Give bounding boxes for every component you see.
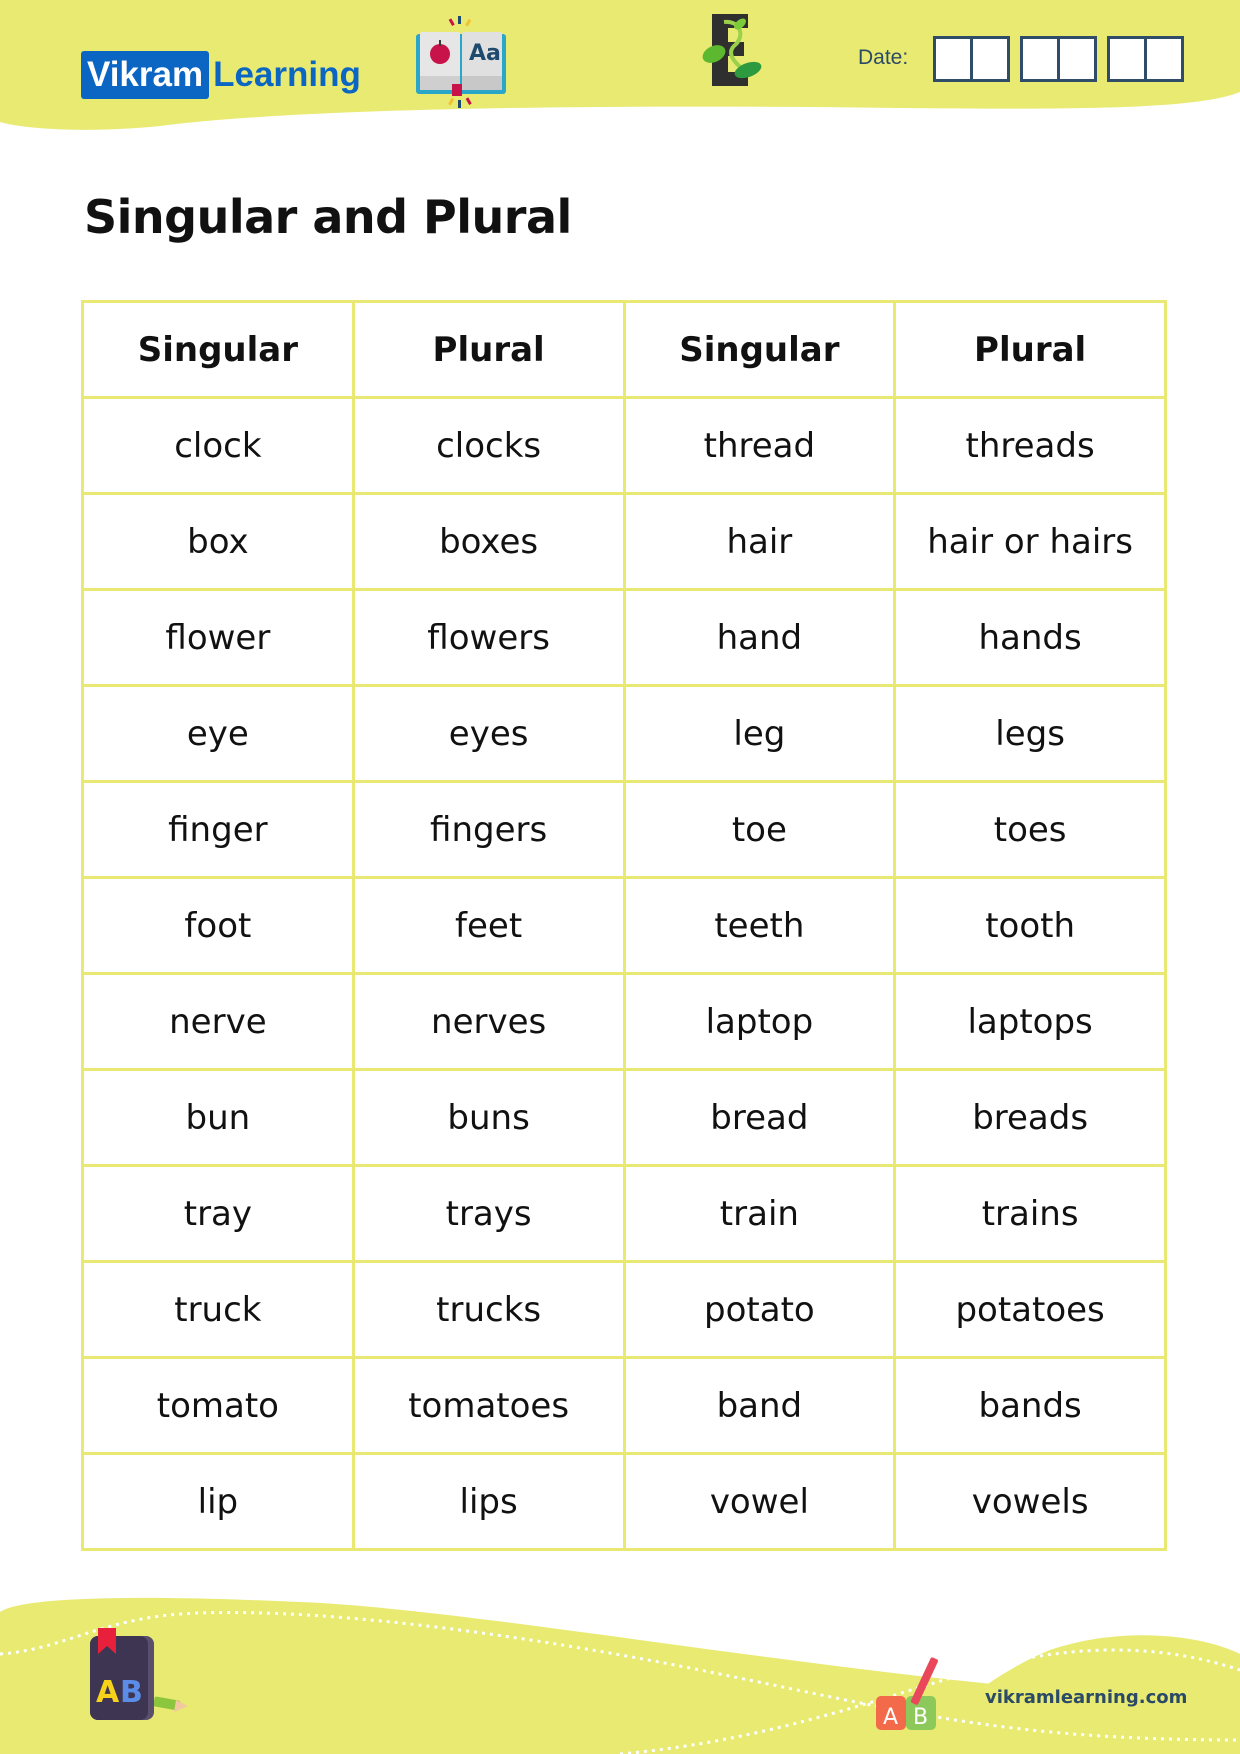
cell-plural-1: boxes — [351, 492, 626, 591]
cell-singular-1: tomato — [81, 1356, 355, 1455]
table-row: tomato tomatoes band bands — [81, 1356, 1167, 1455]
cell-singular-2: toe — [622, 780, 897, 879]
date-day-boxes — [933, 36, 1010, 82]
cell-plural-2: hair or hairs — [893, 492, 1167, 591]
svg-text:A: A — [883, 1705, 898, 1730]
cell-singular-1: flower — [81, 588, 355, 687]
cell-singular-2: bread — [622, 1068, 897, 1167]
cell-singular-2: hair — [622, 492, 897, 591]
table-row: tray trays train trains — [81, 1164, 1167, 1263]
cell-plural-1: fingers — [351, 780, 626, 879]
cell-singular-1: eye — [81, 684, 355, 783]
cell-plural-1: nerves — [351, 972, 626, 1071]
open-book-apple-icon: Aa — [416, 16, 506, 108]
date-year-digit-2[interactable] — [1144, 39, 1181, 79]
table-body: clock clocks thread threads box boxes hair hair… — [81, 396, 1167, 1551]
leafy-letter-e-icon — [702, 14, 762, 86]
vikram-learning-logo: Vikram Learning — [81, 51, 361, 99]
table-row: flower flowers hand hands — [81, 588, 1167, 687]
date-month-boxes — [1020, 36, 1097, 82]
date-input-boxes — [933, 36, 1184, 82]
cell-singular-2: leg — [622, 684, 897, 783]
cell-singular-1: foot — [81, 876, 355, 975]
date-month-digit-2[interactable] — [1057, 39, 1094, 79]
cell-plural-2: trains — [893, 1164, 1167, 1263]
cell-plural-2: hands — [893, 588, 1167, 687]
cell-singular-2: train — [622, 1164, 897, 1263]
cell-singular-1: finger — [81, 780, 355, 879]
cell-plural-2: vowels — [893, 1452, 1167, 1551]
logo-learning: Learning — [213, 55, 361, 94]
table-row: eye eyes leg legs — [81, 684, 1167, 783]
cell-plural-2: tooth — [893, 876, 1167, 975]
table-row: foot feet teeth tooth — [81, 876, 1167, 975]
table-row: box boxes hair hair or hairs — [81, 492, 1167, 591]
svg-text:Aa: Aa — [469, 41, 501, 66]
cell-singular-1: box — [81, 492, 355, 591]
cell-singular-2: vowel — [622, 1452, 897, 1551]
header-plural-1: Plural — [351, 300, 626, 399]
date-month-digit-1[interactable] — [1023, 39, 1057, 79]
cell-plural-1: feet — [351, 876, 626, 975]
cell-plural-1: clocks — [351, 396, 626, 495]
date-year-boxes — [1107, 36, 1184, 82]
ab-book-pencil-icon: A B — [90, 1628, 188, 1720]
ab-blocks-pencil-icon: A B — [876, 1657, 938, 1730]
date-year-digit-1[interactable] — [1110, 39, 1144, 79]
header-singular-2: Singular — [622, 300, 897, 399]
table-row: lip lips vowel vowels — [81, 1452, 1167, 1551]
svg-text:B: B — [120, 1675, 143, 1710]
cell-plural-2: breads — [893, 1068, 1167, 1167]
cell-singular-1: tray — [81, 1164, 355, 1263]
cell-plural-1: trucks — [351, 1260, 626, 1359]
svg-text:B: B — [913, 1705, 928, 1730]
header-plural-2: Plural — [893, 300, 1167, 399]
cell-plural-1: flowers — [351, 588, 626, 687]
table-row: bun buns bread breads — [81, 1068, 1167, 1167]
cell-plural-1: trays — [351, 1164, 626, 1263]
cell-singular-2: hand — [622, 588, 897, 687]
table-row: clock clocks thread threads — [81, 396, 1167, 495]
table-row: nerve nerves laptop laptops — [81, 972, 1167, 1071]
cell-singular-2: laptop — [622, 972, 897, 1071]
cell-singular-1: truck — [81, 1260, 355, 1359]
logo-vikram: Vikram — [81, 51, 210, 99]
table-row: truck trucks potato potatoes — [81, 1260, 1167, 1359]
cell-plural-2: potatoes — [893, 1260, 1167, 1359]
cell-singular-2: band — [622, 1356, 897, 1455]
cell-plural-2: legs — [893, 684, 1167, 783]
cell-singular-2: teeth — [622, 876, 897, 975]
table-header-row: Singular Plural Singular Plural — [81, 300, 1167, 399]
page-title: Singular and Plural — [84, 190, 572, 244]
cell-plural-1: tomatoes — [351, 1356, 626, 1455]
svg-text:A: A — [96, 1675, 120, 1710]
table-row: finger fingers toe toes — [81, 780, 1167, 879]
cell-plural-2: threads — [893, 396, 1167, 495]
cell-singular-2: potato — [622, 1260, 897, 1359]
cell-singular-1: bun — [81, 1068, 355, 1167]
date-day-digit-2[interactable] — [970, 39, 1007, 79]
cell-plural-1: lips — [351, 1452, 626, 1551]
cell-plural-2: bands — [893, 1356, 1167, 1455]
cell-plural-2: laptops — [893, 972, 1167, 1071]
singular-plural-table: Singular Plural Singular Plural clock clo… — [81, 300, 1167, 1551]
cell-plural-2: toes — [893, 780, 1167, 879]
cell-singular-1: clock — [81, 396, 355, 495]
date-label: Date: — [858, 46, 909, 69]
website-link[interactable]: vikramlearning.com — [985, 1687, 1187, 1708]
cell-plural-1: eyes — [351, 684, 626, 783]
cell-singular-1: nerve — [81, 972, 355, 1071]
cell-singular-2: thread — [622, 396, 897, 495]
header-singular-1: Singular — [81, 300, 355, 399]
date-day-digit-1[interactable] — [936, 39, 970, 79]
cell-plural-1: buns — [351, 1068, 626, 1167]
cell-singular-1: lip — [81, 1452, 355, 1551]
